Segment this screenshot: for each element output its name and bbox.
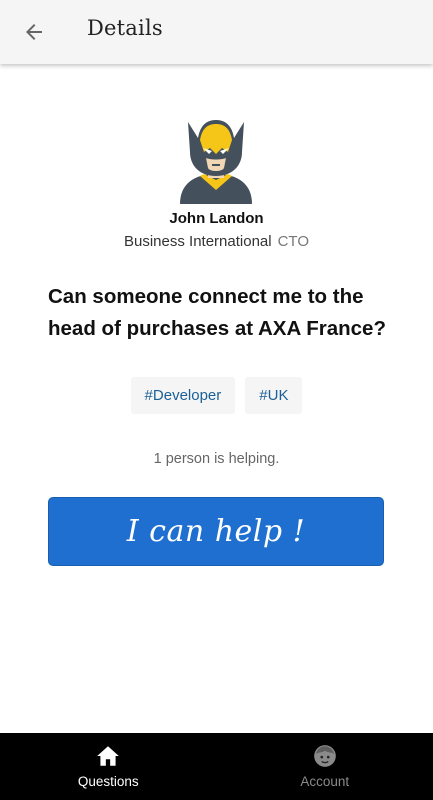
back-button[interactable] [12,10,56,54]
nav-item-account[interactable]: Account [217,733,433,800]
helping-status: 1 person is helping. [153,451,280,467]
user-name: John Landon [169,210,264,227]
details-screen: Details John Landon Business Internation… [0,0,433,800]
tag-developer[interactable]: #Developer [130,377,236,414]
user-meta: Business International CTO [0,233,433,250]
bottom-navigation: Questions Account [0,733,433,800]
nav-label-account: Account [300,774,350,789]
nav-item-questions[interactable]: Questions [0,733,217,800]
tag-list: #Developer #UK [0,377,433,414]
user-role: CTO [277,233,309,250]
home-icon [97,746,120,766]
i-can-help-button[interactable]: I can help ! [48,497,384,566]
nav-label-questions: Questions [77,774,139,789]
arrow-left-icon [26,24,42,40]
account-face-icon [313,745,336,767]
page-title: Details [87,16,163,40]
tag-uk[interactable]: #UK [245,377,303,414]
user-company: Business International [124,233,272,250]
app-bar: Details [0,0,433,64]
superhero-avatar-icon [180,120,252,204]
question-text: Can someone connect me to the head of pu… [48,285,386,340]
